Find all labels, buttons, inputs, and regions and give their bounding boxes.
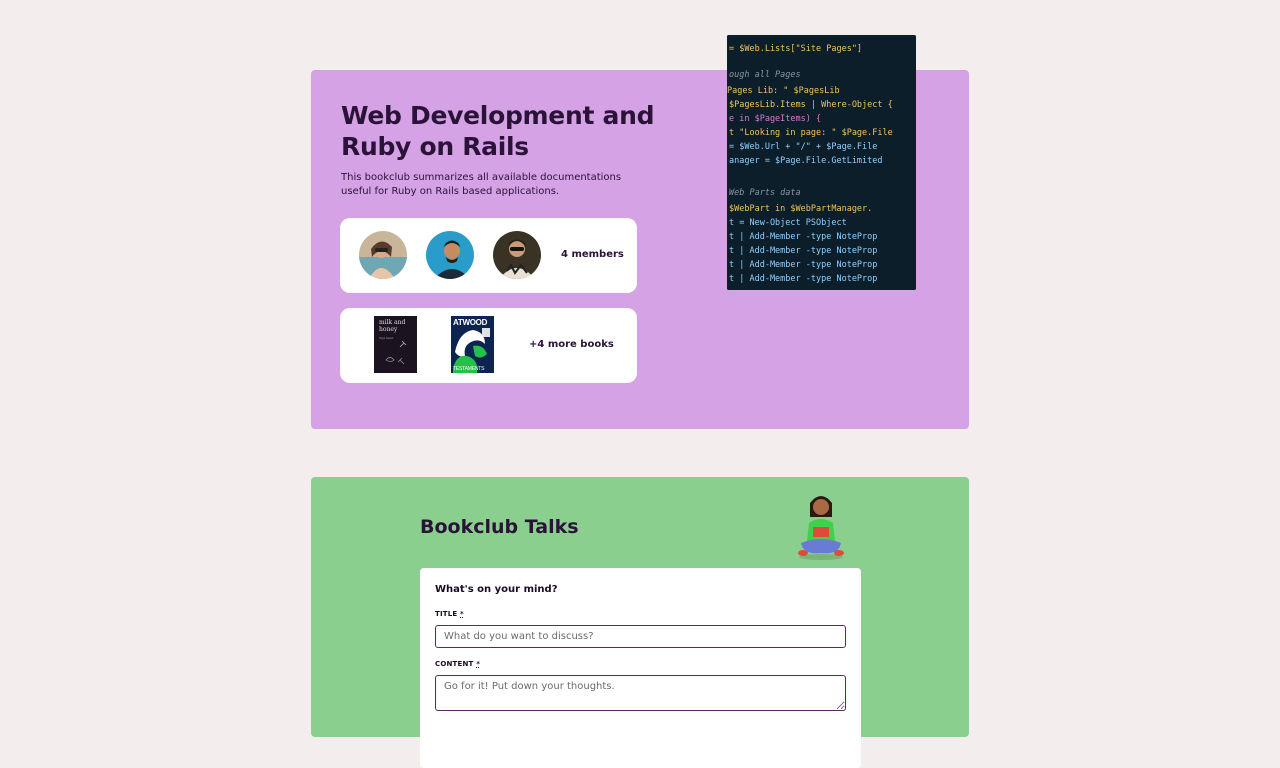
svg-text:t | Add-Member -type NoteProp: t | Add-Member -type NoteProp: [729, 260, 877, 270]
title-label-text: TITLE: [435, 610, 458, 618]
svg-text:t = New-Object PSObject: t = New-Object PSObject: [729, 218, 847, 228]
book-cover[interactable]: ATWOOD TESTAMENTS: [451, 316, 494, 373]
reading-person-illustration: [795, 491, 847, 561]
talks-title: Bookclub Talks: [420, 516, 579, 538]
svg-text:anager = $Page.File.GetLimited: anager = $Page.File.GetLimited: [729, 156, 883, 166]
content-label-text: CONTENT: [435, 660, 474, 668]
member-avatar[interactable]: [426, 231, 474, 279]
form-heading: What's on your mind?: [435, 584, 558, 595]
member-avatar[interactable]: [493, 231, 541, 279]
more-books-link[interactable]: +4 more books: [529, 339, 614, 350]
required-mark: *: [476, 660, 481, 668]
svg-text:Web Parts data: Web Parts data: [729, 188, 801, 198]
bookclub-talks-section: Bookclub Talks What's on your mind? TITL…: [311, 477, 969, 768]
books-card[interactable]: milk and honey rupi kaur ATWOOD TESTAMEN…: [340, 308, 637, 383]
content-label: CONTENT *: [435, 660, 480, 668]
book-cover[interactable]: milk and honey rupi kaur: [374, 316, 417, 373]
title-label: TITLE *: [435, 610, 464, 618]
required-mark: *: [460, 610, 464, 618]
bookclub-title: Web Development and Ruby on Rails: [341, 101, 655, 161]
svg-text:= $Web.Url + "/" + $Page.File: = $Web.Url + "/" + $Page.File: [729, 142, 877, 152]
title-input[interactable]: [435, 625, 846, 648]
bookclub-description: This bookclub summarizes all available d…: [341, 172, 622, 197]
content-textarea[interactable]: [435, 675, 846, 711]
svg-text:t "Looking in page: " $Page.Fi: t "Looking in page: " $Page.File: [729, 128, 893, 138]
code-screenshot-image: = $Web.Lists["Site Pages"] ough all Page…: [727, 35, 916, 290]
members-count[interactable]: 4 members: [561, 249, 624, 260]
new-talk-form: What's on your mind? TITLE * CONTENT *: [420, 568, 861, 768]
members-card[interactable]: 4 members: [340, 218, 637, 293]
svg-text:= $Web.Lists["Site Pages"]: = $Web.Lists["Site Pages"]: [729, 44, 862, 54]
svg-text:$WebPart in $WebPartManager.: $WebPart in $WebPartManager.: [729, 204, 872, 214]
svg-text:t | Add-Member -type NoteProp: t | Add-Member -type NoteProp: [729, 246, 877, 256]
svg-text:$PagesLib.Items | Where-Object: $PagesLib.Items | Where-Object {: [729, 100, 893, 110]
member-avatar[interactable]: [359, 231, 407, 279]
book-cover-title: TESTAMENTS: [453, 366, 485, 372]
svg-text:Pages Lib: " $PagesLib: Pages Lib: " $PagesLib: [727, 86, 840, 96]
svg-text:t | Add-Member -type NoteProp: t | Add-Member -type NoteProp: [729, 274, 877, 284]
svg-text:ough all Pages: ough all Pages: [729, 70, 801, 80]
svg-text:t | Add-Member -type NoteProp: t | Add-Member -type NoteProp: [729, 232, 877, 242]
svg-text:e in $PageItems) {: e in $PageItems) {: [729, 114, 821, 124]
